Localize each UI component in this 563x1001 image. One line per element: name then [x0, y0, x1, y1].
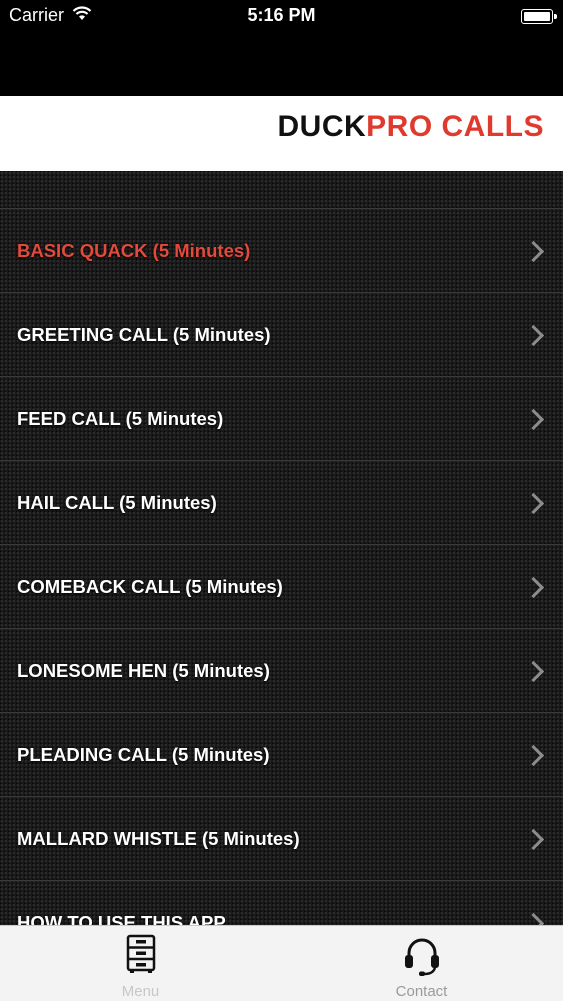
- menu-item-label: FEED CALL (5 Minutes): [17, 407, 224, 429]
- menu-item-label: GREETING CALL (5 Minutes): [17, 323, 271, 345]
- menu-item-label: MALLARD WHISTLE (5 Minutes): [17, 827, 300, 849]
- header-banner: DUCKPRO CALLS: [0, 96, 563, 171]
- chevron-right-icon: [522, 576, 545, 598]
- menu-item-greeting-call[interactable]: GREETING CALL (5 Minutes): [0, 293, 563, 377]
- tab-bar: Menu Contact: [0, 925, 563, 1001]
- drawer-cabinet-icon: [126, 934, 155, 973]
- headset-icon: [404, 938, 439, 976]
- menu-item-feed-call[interactable]: FEED CALL (5 Minutes): [0, 377, 563, 461]
- brand-logo-text: DUCKPRO CALLS: [277, 110, 544, 144]
- menu-item-mallard-whistle[interactable]: MALLARD WHISTLE (5 Minutes): [0, 797, 563, 881]
- chevron-right-icon: [522, 324, 545, 346]
- menu-item-comeback-call[interactable]: COMEBACK CALL (5 Minutes): [0, 545, 563, 629]
- menu-item-how-to-use[interactable]: HOW TO USE THIS APP: [0, 881, 563, 925]
- status-bar: Carrier 5:16 PM: [0, 0, 563, 32]
- battery-icon: [521, 9, 557, 24]
- menu-top-spacer: [0, 171, 563, 209]
- chevron-right-icon: [522, 660, 545, 682]
- menu-item-lonesome-hen[interactable]: LONESOME HEN (5 Minutes): [0, 629, 563, 713]
- menu-item-label: BASIC QUACK (5 Minutes): [17, 239, 251, 261]
- chevron-right-icon: [522, 240, 545, 262]
- chevron-right-icon: [522, 828, 545, 850]
- menu-item-basic-quack[interactable]: BASIC QUACK (5 Minutes): [0, 209, 563, 293]
- chevron-right-icon: [522, 912, 545, 925]
- tab-menu-label: Menu: [121, 983, 160, 1000]
- menu-item-label: LONESOME HEN (5 Minutes): [17, 659, 270, 681]
- chevron-right-icon: [522, 492, 545, 514]
- tab-contact[interactable]: Contact: [281, 926, 562, 1001]
- menu-item-pleading-call[interactable]: PLEADING CALL (5 Minutes): [0, 713, 563, 797]
- brand-pro-calls-text: PRO CALLS: [366, 110, 544, 143]
- chevron-right-icon: [522, 744, 545, 766]
- brand-duck-text: DUCK: [277, 110, 367, 143]
- status-time: 5:16 PM: [247, 5, 316, 25]
- tab-menu[interactable]: Menu: [0, 926, 281, 1001]
- menu-item-label: COMEBACK CALL (5 Minutes): [17, 575, 283, 597]
- menu-item-label: PLEADING CALL (5 Minutes): [17, 743, 270, 765]
- menu-item-hail-call[interactable]: HAIL CALL (5 Minutes): [0, 461, 563, 545]
- menu-item-label: HAIL CALL (5 Minutes): [17, 491, 217, 513]
- tab-contact-label: Contact: [395, 983, 448, 1000]
- menu-list[interactable]: BASIC QUACK (5 Minutes) GREETING CALL (5…: [0, 171, 563, 925]
- chevron-right-icon: [522, 408, 545, 430]
- menu-item-label: HOW TO USE THIS APP: [17, 911, 226, 926]
